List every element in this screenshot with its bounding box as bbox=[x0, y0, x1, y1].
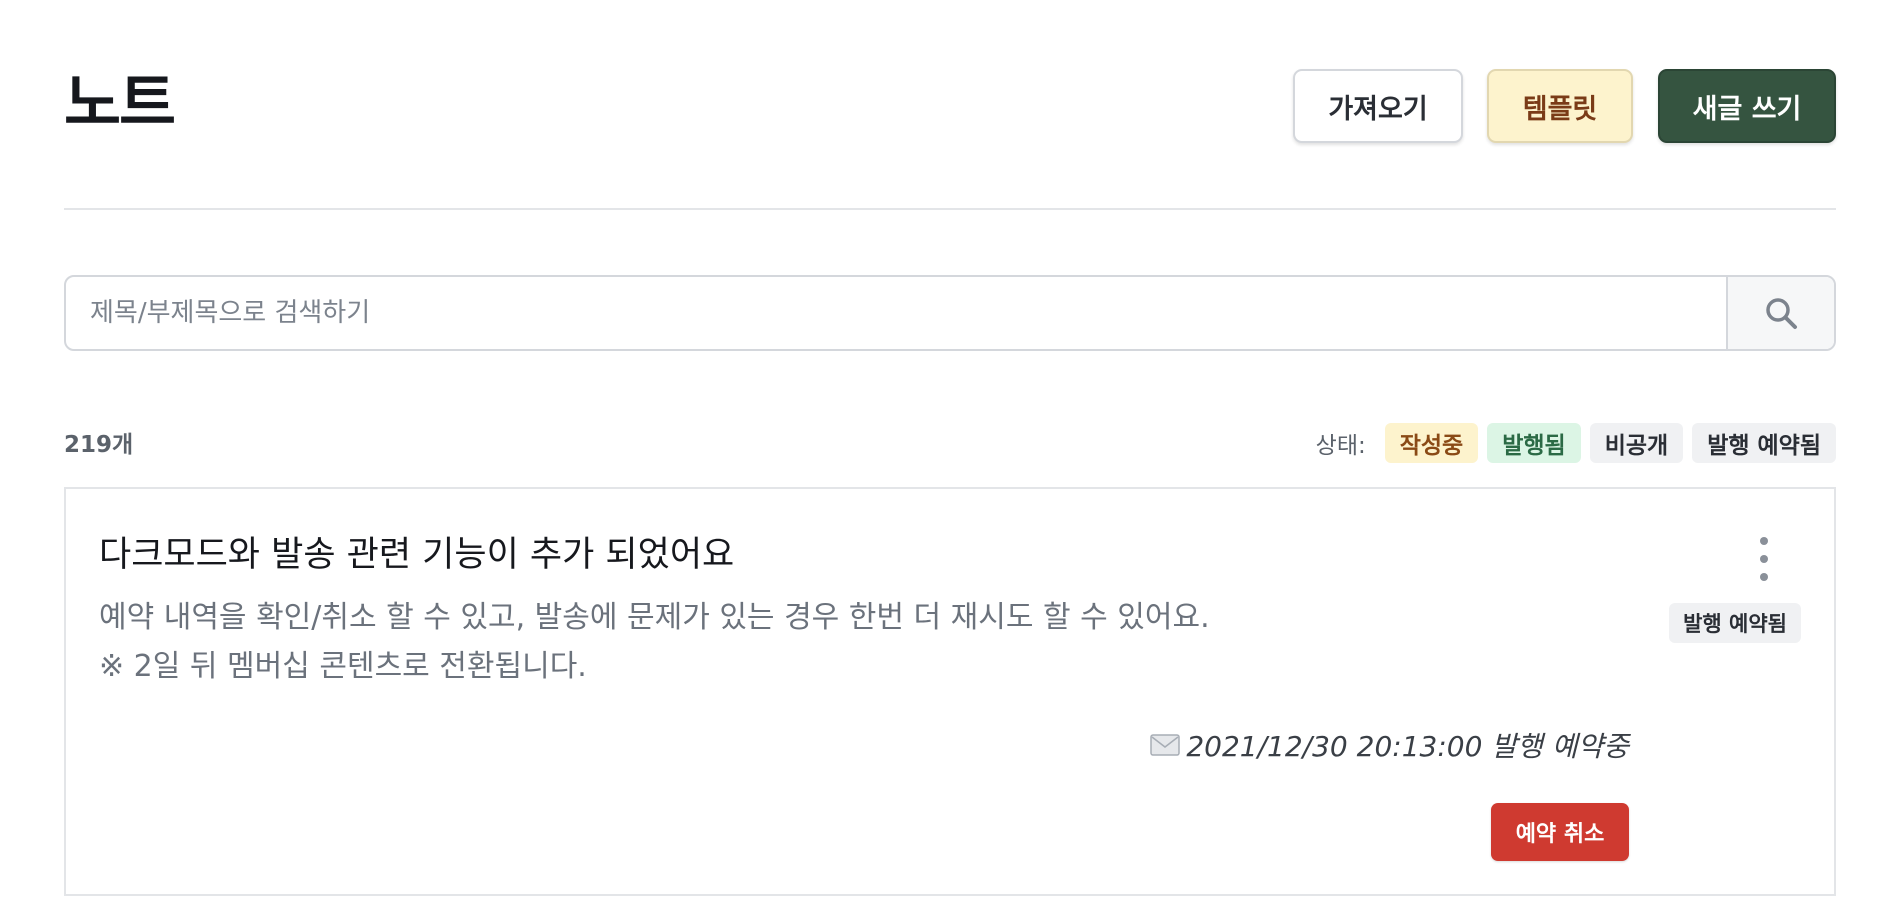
note-card[interactable]: 다크모드와 발송 관련 기능이 추가 되었어요 예약 내역을 확인/취소 할 수… bbox=[64, 487, 1836, 896]
envelope-icon bbox=[1150, 734, 1181, 756]
status-filter-group: 상태: 작성중 발행됨 비공개 발행 예약됨 bbox=[1316, 423, 1836, 463]
page-title: 노트 bbox=[64, 66, 176, 139]
filter-chip-scheduled[interactable]: 발행 예약됨 bbox=[1692, 423, 1836, 463]
filter-chip-published[interactable]: 발행됨 bbox=[1487, 423, 1581, 463]
header-divider bbox=[64, 208, 1836, 210]
more-vertical-icon[interactable] bbox=[1752, 537, 1776, 581]
search-icon bbox=[1766, 298, 1797, 329]
cancel-schedule-button[interactable]: 예약 취소 bbox=[1491, 803, 1629, 861]
search-input[interactable] bbox=[66, 277, 1726, 349]
note-description: 예약 내역을 확인/취소 할 수 있고, 발송에 문제가 있는 경우 한번 더 … bbox=[99, 593, 1210, 691]
template-button[interactable]: 템플릿 bbox=[1487, 69, 1633, 143]
new-post-button[interactable]: 새글 쓰기 bbox=[1658, 69, 1836, 143]
filter-chip-draft[interactable]: 작성중 bbox=[1384, 423, 1479, 463]
search-bar bbox=[64, 275, 1836, 351]
page-header: 노트 가져오기 템플릿 새글 쓰기 bbox=[64, 64, 1836, 146]
notes-page: 노트 가져오기 템플릿 새글 쓰기 219개 상태: 작성중 발행됨 비공개 발… bbox=[0, 0, 1884, 910]
search-button[interactable] bbox=[1726, 277, 1834, 349]
status-filter-label: 상태: bbox=[1315, 433, 1366, 459]
status-badge: 발행 예약됨 bbox=[1669, 603, 1801, 643]
note-title[interactable]: 다크모드와 발송 관련 기능이 추가 되었어요 bbox=[99, 533, 734, 577]
note-description-line-2: ※ 2일 뒤 멤버십 콘텐츠로 전환됩니다. bbox=[99, 649, 587, 684]
schedule-text: 2021/12/30 20:13:00 발행 예약중 bbox=[1186, 730, 1629, 763]
note-count: 219개 bbox=[64, 432, 134, 458]
note-description-line-1: 예약 내역을 확인/취소 할 수 있고, 발송에 문제가 있는 경우 한번 더 … bbox=[99, 600, 1210, 635]
import-button[interactable]: 가져오기 bbox=[1293, 69, 1463, 143]
schedule-info: 2021/12/30 20:13:00 발행 예약중 bbox=[1150, 725, 1629, 765]
filter-chip-private[interactable]: 비공개 bbox=[1589, 423, 1684, 463]
